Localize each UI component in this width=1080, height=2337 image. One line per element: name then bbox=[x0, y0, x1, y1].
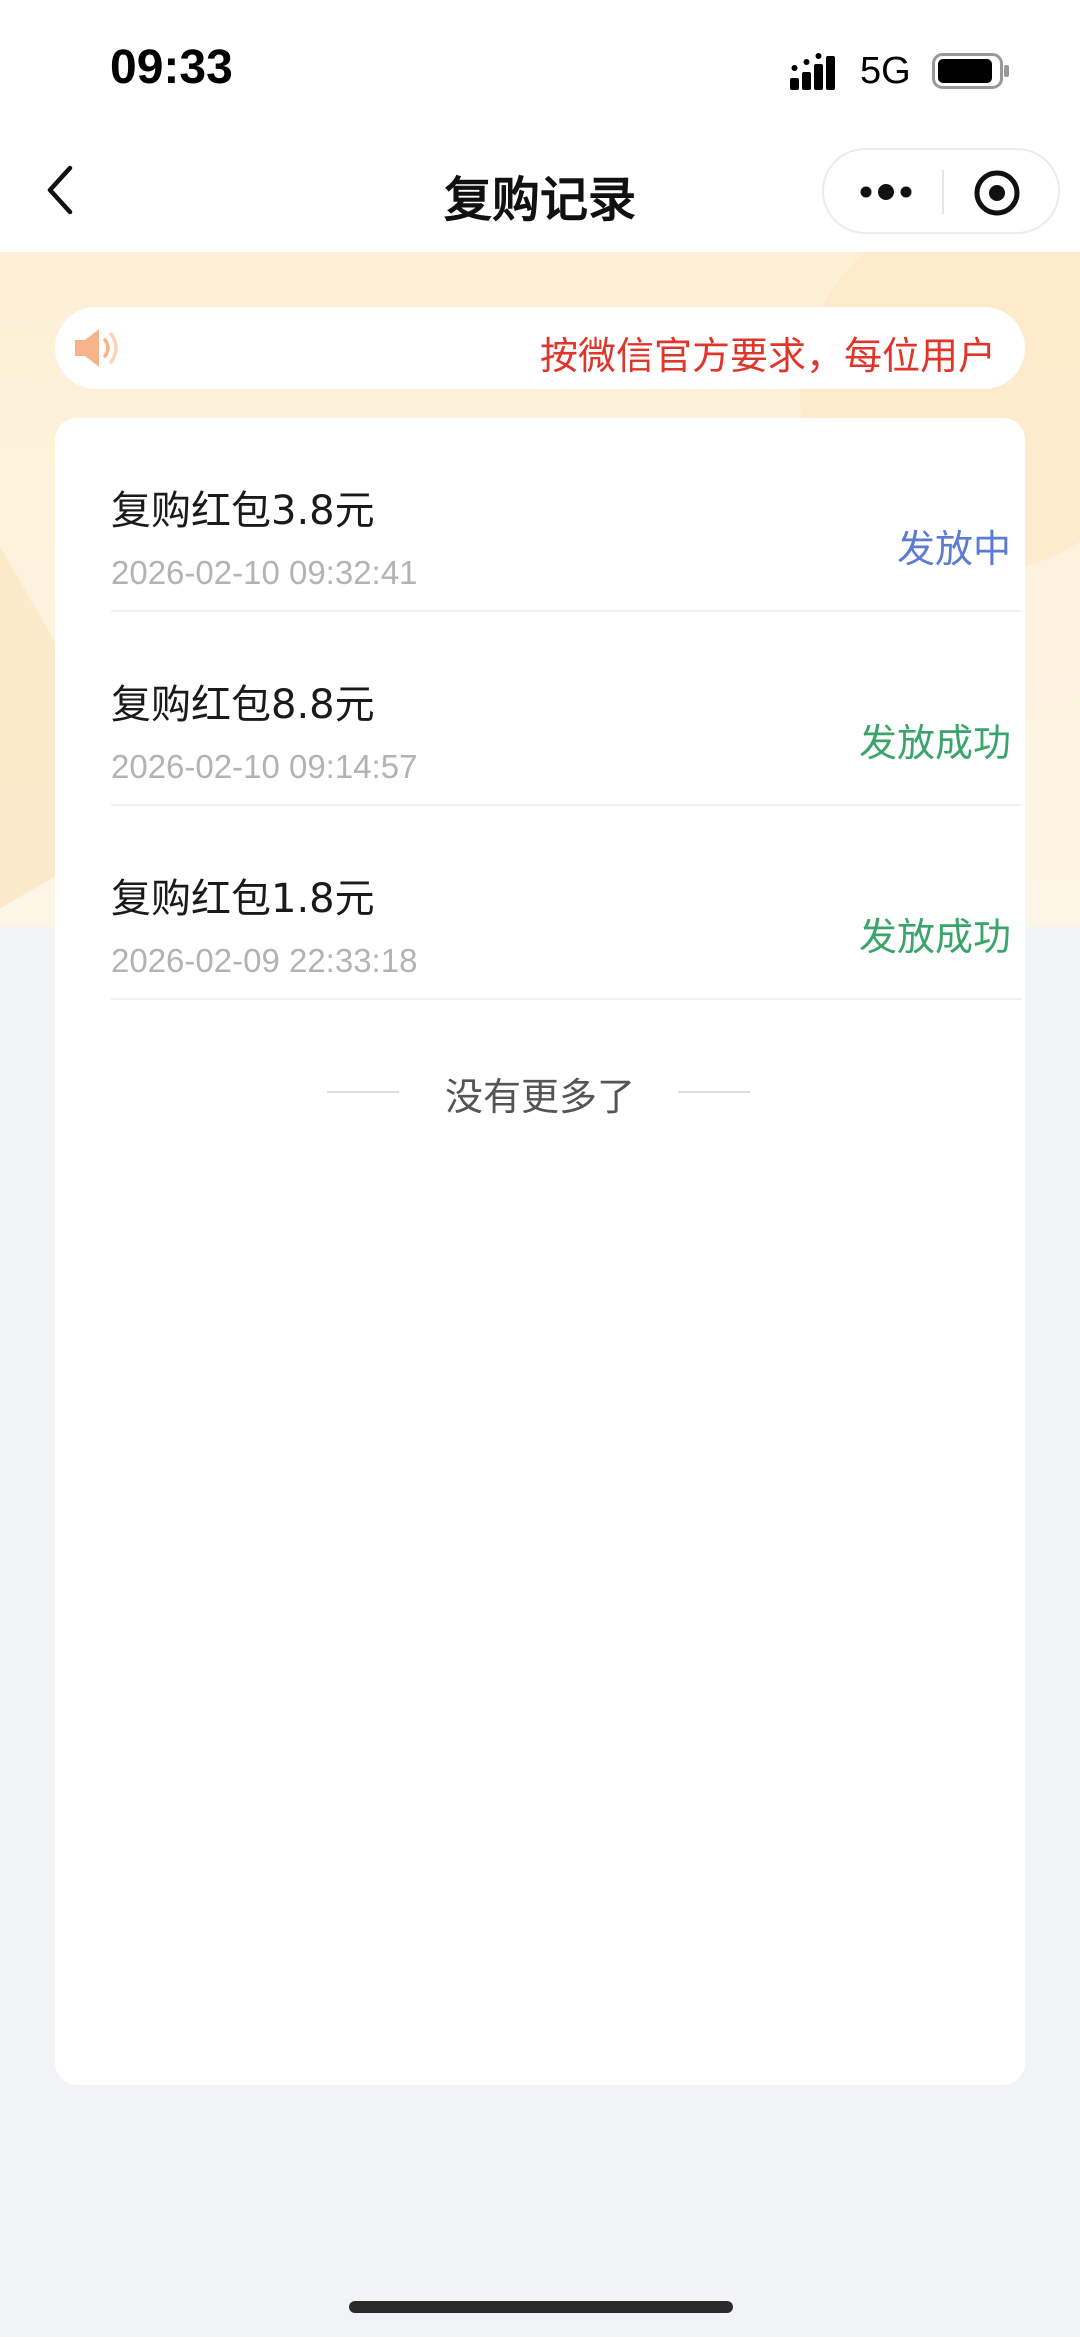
signal-icon bbox=[790, 53, 835, 90]
record-item[interactable]: 复购红包3.8元 2026-02-10 09:32:41 发放中 bbox=[111, 418, 1021, 612]
record-time: 2026-02-10 09:32:41 bbox=[111, 554, 418, 591]
battery-icon bbox=[932, 53, 1009, 89]
record-time: 2026-02-09 22:33:18 bbox=[111, 942, 418, 979]
status-time: 09:33 bbox=[110, 41, 233, 94]
record-item[interactable]: 复购红包8.8元 2026-02-10 09:14:57 发放成功 bbox=[111, 612, 1021, 806]
network-label: 5G bbox=[860, 50, 911, 92]
notice-text: 按微信官方要求，每位用户 bbox=[540, 334, 997, 378]
home-indicator[interactable] bbox=[349, 2301, 733, 2313]
divider bbox=[678, 1091, 750, 1093]
speaker-icon bbox=[75, 329, 118, 367]
notice-bar[interactable]: 按微信官方要求，每位用户 bbox=[55, 307, 1025, 389]
record-status: 发放中 bbox=[896, 527, 1011, 571]
record-time: 2026-02-10 09:14:57 bbox=[111, 748, 418, 785]
page: 09:33 5G 复购记录 按微信官方要求，每位用户 复购红包3.8元 2026… bbox=[0, 0, 1080, 2337]
record-title: 复购红包3.8元 bbox=[111, 488, 375, 534]
status-bar: 09:33 5G bbox=[0, 0, 1080, 130]
close-icon[interactable] bbox=[972, 168, 1022, 218]
capsule-divider bbox=[942, 170, 944, 214]
mini-program-capsule bbox=[822, 148, 1060, 234]
record-title: 复购红包8.8元 bbox=[111, 682, 375, 728]
record-title: 复购红包1.8元 bbox=[111, 876, 375, 922]
record-status: 发放成功 bbox=[858, 721, 1011, 765]
record-status: 发放成功 bbox=[858, 915, 1011, 959]
more-icon[interactable] bbox=[856, 172, 916, 212]
record-item[interactable]: 复购红包1.8元 2026-02-09 22:33:18 发放成功 bbox=[111, 806, 1021, 1000]
nav-bar: 复购记录 bbox=[0, 130, 1080, 252]
end-of-list-text: 没有更多了 bbox=[444, 1075, 635, 1119]
record-list-card: 复购红包3.8元 2026-02-10 09:32:41 发放中 复购红包8.8… bbox=[55, 418, 1025, 2085]
end-of-list-tip: 没有更多了 bbox=[55, 1066, 1025, 1119]
